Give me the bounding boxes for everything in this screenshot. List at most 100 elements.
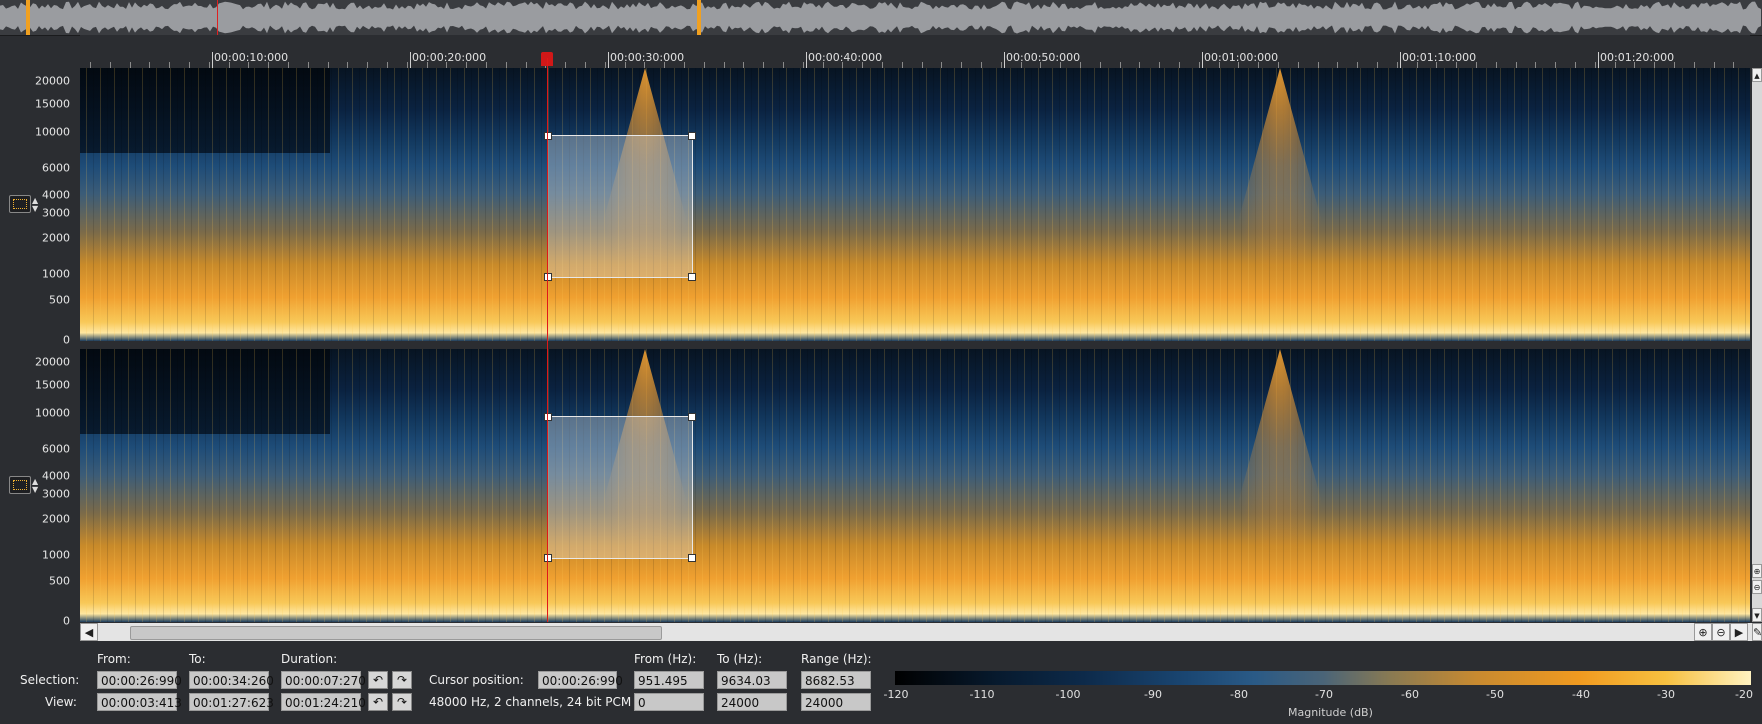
- magnitude-colorbar: [895, 671, 1751, 685]
- freq-label: 0: [63, 614, 70, 628]
- colorbar-tick-label: -60: [1401, 688, 1419, 701]
- freq-label: 6000: [42, 161, 70, 175]
- zoom-in-icon[interactable]: ⊕: [1694, 623, 1712, 641]
- selection-range-hz-field[interactable]: 8682.53: [801, 671, 871, 689]
- scroll-up-icon[interactable]: ▲: [1752, 68, 1762, 82]
- colorbar-tick-label: -40: [1572, 688, 1590, 701]
- tools-icon[interactable]: ✎: [1752, 623, 1762, 641]
- freq-label: 4000: [42, 469, 70, 483]
- spectrogram-mode-icon[interactable]: [9, 195, 31, 213]
- undo-icon[interactable]: ↶: [368, 671, 388, 689]
- duration-header: Duration:: [281, 652, 338, 666]
- mode-stepper-icon[interactable]: ▲ ▼: [32, 197, 38, 213]
- undo-icon[interactable]: ↶: [368, 693, 388, 711]
- selection-handle[interactable]: [688, 273, 696, 281]
- mode-stepper-icon[interactable]: ▲ ▼: [32, 478, 38, 494]
- scroll-right-icon[interactable]: ▶: [1730, 623, 1748, 641]
- spectrogram-mode-icon[interactable]: [9, 476, 31, 494]
- selection-handle[interactable]: [544, 132, 552, 140]
- range-hz-header: Range (Hz):: [801, 652, 872, 666]
- selection-from-field[interactable]: 00:00:26:990: [97, 671, 182, 689]
- file-info: 48000 Hz, 2 channels, 24 bit PCM: [429, 695, 632, 709]
- spectrogram-channel-2[interactable]: [80, 349, 1750, 622]
- time-label: 00:01:00:000: [1204, 51, 1279, 64]
- selection-from-hz-field[interactable]: 951.495: [634, 671, 704, 689]
- freq-label: 15000: [35, 378, 70, 392]
- colorbar-tick-label: -100: [1055, 688, 1081, 701]
- time-label: 00:00:30:000: [610, 51, 685, 64]
- spectrogram-image: [80, 349, 1750, 622]
- horizontal-scrollbar[interactable]: ◀ ⊕ ⊖ ▶: [80, 623, 1752, 641]
- from-hz-header: From (Hz):: [634, 652, 697, 666]
- freq-label: 6000: [42, 442, 70, 456]
- zoom-out-icon[interactable]: ⊖: [1752, 580, 1762, 594]
- overview-view-end-marker[interactable]: [697, 0, 701, 35]
- waveform-overview[interactable]: [0, 0, 1762, 36]
- time-label: 00:00:10:000: [214, 51, 289, 64]
- horizontal-scroll-thumb[interactable]: [130, 626, 662, 640]
- overview-waveform: [0, 0, 1762, 35]
- view-from-field[interactable]: 00:00:03:413: [97, 693, 182, 711]
- selection-to-field[interactable]: 00:00:34:260: [189, 671, 274, 689]
- zoom-out-icon[interactable]: ⊖: [1712, 623, 1730, 641]
- ruler-major-tick: [1400, 52, 1401, 68]
- colorbar-tick-label: -110: [969, 688, 995, 701]
- freq-label: 1000: [42, 548, 70, 562]
- vertical-scrollbar[interactable]: ▲ ⊕ ⊖ ▼: [1752, 68, 1762, 622]
- redo-icon[interactable]: ↷: [392, 693, 412, 711]
- ruler-major-tick: [806, 52, 807, 68]
- freq-label: 3000: [42, 487, 70, 501]
- spectrogram-channel-1[interactable]: [80, 68, 1750, 341]
- colorbar-tick-label: -50: [1486, 688, 1504, 701]
- selection-duration-field[interactable]: 00:00:07:270: [281, 671, 366, 689]
- colorbar-tick-label: -90: [1144, 688, 1162, 701]
- selection-handle[interactable]: [688, 413, 696, 421]
- cursor-position-label: Cursor position:: [429, 673, 524, 687]
- cursor-position-field[interactable]: 00:00:26:990: [538, 671, 623, 689]
- redo-icon[interactable]: ↷: [392, 671, 412, 689]
- from-header: From:: [97, 652, 131, 666]
- freq-label: 4000: [42, 188, 70, 202]
- ruler-major-tick: [1004, 52, 1005, 68]
- view-to-field[interactable]: 00:01:27:623: [189, 693, 274, 711]
- to-header: To:: [189, 652, 206, 666]
- scroll-left-icon[interactable]: ◀: [80, 623, 98, 641]
- time-ruler[interactable]: 00:00:10:000 00:00:20:000 00:00:30:000 0…: [80, 35, 1750, 68]
- freq-label: 10000: [35, 406, 70, 420]
- freq-label: 15000: [35, 97, 70, 111]
- selection-handle[interactable]: [544, 413, 552, 421]
- spectrogram-image: [80, 68, 1750, 341]
- view-range-hz-field[interactable]: 24000: [801, 693, 871, 711]
- freq-label: 3000: [42, 206, 70, 220]
- selection-label: Selection:: [20, 673, 80, 687]
- selection-handle[interactable]: [688, 132, 696, 140]
- view-label: View:: [45, 695, 77, 709]
- time-label: 00:00:40:000: [808, 51, 883, 64]
- colorbar-tick-label: -30: [1657, 688, 1675, 701]
- freq-label: 20000: [35, 74, 70, 88]
- selection-rectangle[interactable]: [547, 135, 693, 278]
- selection-handle[interactable]: [544, 554, 552, 562]
- ruler-major-tick: [1202, 52, 1203, 68]
- view-duration-field[interactable]: 00:01:24:210: [281, 693, 366, 711]
- ruler-major-tick: [1598, 52, 1599, 68]
- cursor-line: [547, 58, 548, 622]
- colorbar-tick-label: -120: [883, 688, 909, 701]
- scroll-down-icon[interactable]: ▼: [1752, 608, 1762, 622]
- colorbar-title: Magnitude (dB): [1288, 706, 1373, 719]
- time-label: 00:01:20:000: [1600, 51, 1675, 64]
- colorbar-tick-label: -70: [1315, 688, 1333, 701]
- selection-handle[interactable]: [544, 273, 552, 281]
- freq-label: 10000: [35, 125, 70, 139]
- view-from-hz-field[interactable]: 0: [634, 693, 704, 711]
- freq-label: 500: [49, 293, 70, 307]
- view-to-hz-field[interactable]: 24000: [717, 693, 787, 711]
- colorbar-tick-label: -20: [1735, 688, 1753, 701]
- selection-rectangle[interactable]: [547, 416, 693, 559]
- zoom-in-icon[interactable]: ⊕: [1752, 564, 1762, 578]
- selection-to-hz-field[interactable]: 9634.03: [717, 671, 787, 689]
- overview-view-start-marker[interactable]: [26, 0, 30, 35]
- selection-handle[interactable]: [688, 554, 696, 562]
- ruler-major-tick: [608, 52, 609, 68]
- ruler-major-tick: [212, 52, 213, 68]
